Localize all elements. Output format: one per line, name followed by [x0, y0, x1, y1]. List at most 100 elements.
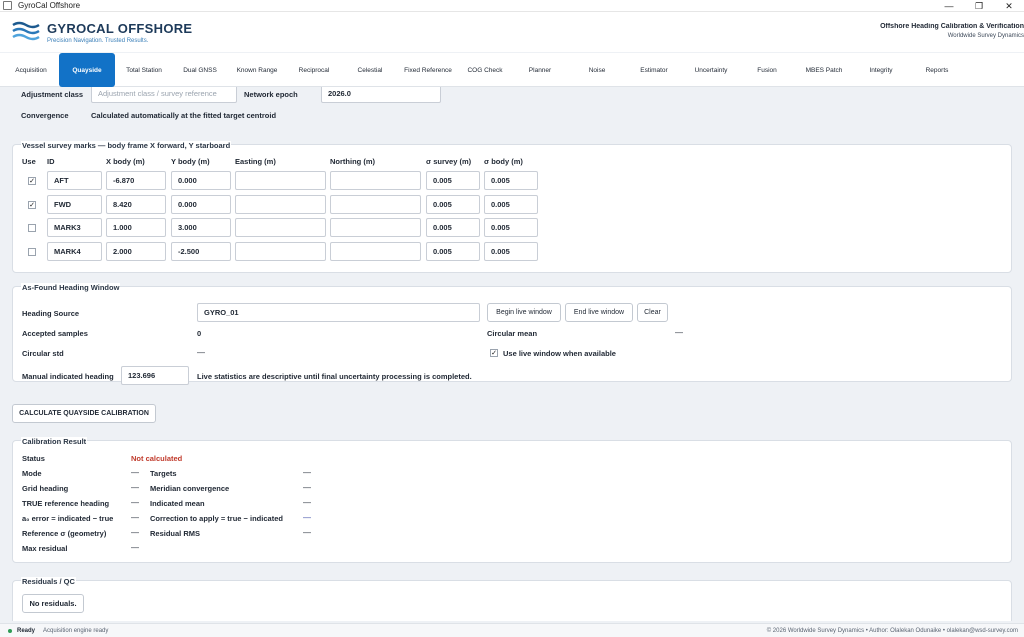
x-body-input[interactable]: 1.000 — [106, 218, 166, 237]
adjustment-class-label: Adjustment class — [21, 90, 84, 99]
header-subtitle: Worldwide Survey Dynamics — [947, 33, 1024, 39]
easting-input[interactable] — [235, 195, 326, 214]
convergence-value: Calculated automatically at the fitted t… — [91, 111, 277, 120]
header-title: Offshore Heading Calibration & Verificat… — [880, 23, 1024, 30]
y-body-input[interactable]: 0.000 — [171, 195, 231, 214]
status-state: Ready — [17, 627, 36, 634]
northing-input[interactable] — [330, 242, 421, 261]
indicated-mean-value: — — [303, 498, 311, 507]
tab-dual-gnss[interactable]: Dual GNSS — [173, 53, 227, 87]
minimize-icon[interactable]: — — [934, 0, 964, 12]
live-stats-note: Live statistics are descriptive until fi… — [197, 372, 472, 381]
network-epoch-label: Network epoch — [244, 90, 298, 99]
network-epoch-input[interactable]: 2026.0 — [321, 87, 441, 103]
col-northing: Northing (m) — [330, 157, 375, 166]
reference-sigma-value: — — [131, 528, 139, 537]
col-sigma-survey: σ survey (m) — [426, 157, 472, 166]
tab-noise[interactable]: Noise — [569, 53, 625, 87]
maximize-icon[interactable]: ❐ — [964, 0, 994, 12]
tab-reciprocal[interactable]: Reciprocal — [287, 53, 341, 87]
x-body-input[interactable]: -6.870 — [106, 171, 166, 190]
mark-id-input[interactable]: FWD — [47, 195, 102, 214]
tab-uncertainty[interactable]: Uncertainty — [683, 53, 739, 87]
x-body-input[interactable]: 8.420 — [106, 195, 166, 214]
residuals-panel: Residuals / QC No residuals. — [12, 577, 1012, 621]
northing-input[interactable] — [330, 195, 421, 214]
max-residual-label: Max residual — [22, 544, 68, 553]
asfound-title: As-Found Heading Window — [21, 283, 121, 292]
clear-button[interactable]: Clear — [637, 303, 668, 322]
use-checkbox[interactable]: ✓ — [28, 177, 36, 185]
y-body-input[interactable]: -2.500 — [171, 242, 231, 261]
northing-input[interactable] — [330, 218, 421, 237]
close-icon[interactable]: ✕ — [994, 0, 1024, 12]
sigma-survey-input[interactable]: 0.005 — [426, 195, 480, 214]
tab-cog-check[interactable]: COG Check — [459, 53, 511, 87]
use-checkbox[interactable] — [28, 248, 36, 256]
col-y-body: Y body (m) — [171, 157, 210, 166]
easting-input[interactable] — [235, 242, 326, 261]
status-label: Status — [22, 454, 45, 463]
use-checkbox[interactable] — [28, 224, 36, 232]
mark-id-input[interactable]: AFT — [47, 171, 102, 190]
mode-label: Mode — [22, 469, 42, 478]
tab-mbes-patch[interactable]: MBES Patch — [795, 53, 853, 87]
targets-label: Targets — [150, 469, 177, 478]
heading-source-input[interactable]: GYRO_01 — [197, 303, 480, 322]
residual-rms-label: Residual RMS — [150, 529, 201, 538]
x-body-input[interactable]: 2.000 — [106, 242, 166, 261]
window-title: GyroCal Offshore — [18, 1, 81, 10]
ready-indicator-icon — [8, 628, 12, 633]
mark-id-input[interactable]: MARK3 — [47, 218, 102, 237]
col-easting: Easting (m) — [235, 157, 276, 166]
waves-logo-icon — [12, 21, 40, 41]
calibration-result-panel: Calibration Result Status Not calculated… — [12, 437, 1012, 563]
status-message: Acquisition engine ready — [43, 627, 109, 634]
tab-reports[interactable]: Reports — [909, 53, 965, 87]
easting-input[interactable] — [235, 218, 326, 237]
tab-estimator[interactable]: Estimator — [627, 53, 681, 87]
sigma-body-input[interactable]: 0.005 — [484, 242, 538, 261]
use-checkbox[interactable]: ✓ — [28, 201, 36, 209]
true-reference-heading-label: TRUE reference heading — [22, 499, 110, 508]
y-body-input[interactable]: 0.000 — [171, 171, 231, 190]
tab-celestial[interactable]: Celestial — [343, 53, 397, 87]
use-live-window-checkbox[interactable]: ✓ — [490, 349, 498, 357]
tab-fixed-reference[interactable]: Fixed Reference — [399, 53, 457, 87]
tab-known-range[interactable]: Known Range — [229, 53, 285, 87]
col-use: Use — [22, 157, 36, 166]
residual-rms-value: — — [303, 528, 311, 537]
col-x-body: X body (m) — [106, 157, 145, 166]
footer-credits: © 2026 Worldwide Survey Dynamics • Autho… — [766, 627, 1018, 634]
accepted-samples-label: Accepted samples — [22, 329, 88, 338]
circular-mean-label: Circular mean — [487, 329, 538, 338]
y-body-input[interactable]: 3.000 — [171, 218, 231, 237]
tab-fusion[interactable]: Fusion — [741, 53, 793, 87]
sigma-survey-input[interactable]: 0.005 — [426, 171, 480, 190]
tab-planner[interactable]: Planner — [513, 53, 567, 87]
use-live-window-label: Use live window when available — [503, 349, 616, 358]
calculate-quayside-button[interactable]: CALCULATE QUAYSIDE CALIBRATION — [12, 404, 156, 423]
circular-std-label: Circular std — [22, 349, 64, 358]
end-live-window-button[interactable]: End live window — [565, 303, 633, 322]
easting-input[interactable] — [235, 171, 326, 190]
sigma-survey-input[interactable]: 0.005 — [426, 218, 480, 237]
status-value: Not calculated — [131, 454, 183, 463]
manual-heading-input[interactable]: 123.696 — [121, 366, 189, 385]
tab-acquisition[interactable]: Acquisition — [5, 53, 57, 87]
tab-total-station[interactable]: Total Station — [117, 53, 171, 87]
northing-input[interactable] — [330, 171, 421, 190]
status-bar: Ready Acquisition engine ready © 2026 Wo… — [0, 623, 1024, 637]
correction-value: — — [303, 513, 311, 522]
begin-live-window-button[interactable]: Begin live window — [487, 303, 561, 322]
sigma-body-input[interactable]: 0.005 — [484, 171, 538, 190]
mark-id-input[interactable]: MARK4 — [47, 242, 102, 261]
adjustment-class-input[interactable]: Adjustment class / survey reference — [91, 87, 237, 103]
sigma-body-input[interactable]: 0.005 — [484, 195, 538, 214]
sigma-body-input[interactable]: 0.005 — [484, 218, 538, 237]
main-tabbar: Acquisition Quayside Total Station Dual … — [0, 53, 1024, 87]
tab-integrity[interactable]: Integrity — [855, 53, 907, 87]
sigma-survey-input[interactable]: 0.005 — [426, 242, 480, 261]
tab-quayside[interactable]: Quayside — [59, 53, 115, 87]
survey-marks-title: Vessel survey marks — body frame X forwa… — [21, 141, 232, 150]
